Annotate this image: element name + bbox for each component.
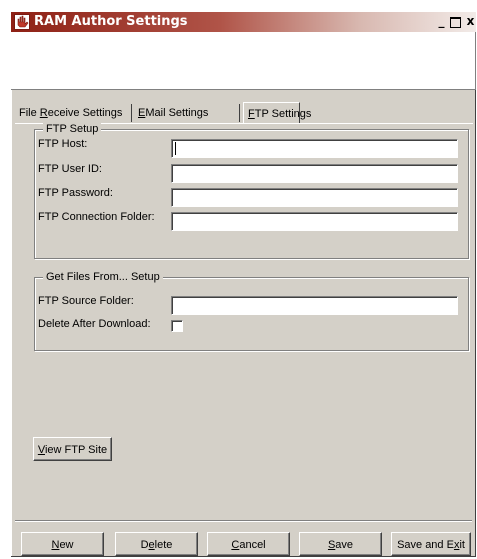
cancel-button[interactable]: Cancel [207,532,290,556]
tab-label-prefix: File [19,107,40,119]
tab-file-receive-settings[interactable]: File Receive Settings [15,104,132,122]
delete-after-download-checkbox[interactable] [171,320,183,332]
red-hand-icon [14,14,30,30]
header-panel [11,32,476,90]
delete-after-download-label: Delete After Download: [38,318,151,330]
maximize-button[interactable] [450,17,461,28]
save-button[interactable]: Save [299,532,382,556]
tab-strip: File Receive Settings EMail Settings FTP… [11,102,476,124]
save-and-exit-button[interactable]: Save and Exit [391,532,471,556]
ftp-source-folder-input[interactable] [171,296,458,315]
ftp-setup-title: FTP Setup [43,122,102,136]
button-label-rest: ew [59,539,74,551]
close-button[interactable]: x [463,15,477,28]
button-label-rest: ave [335,539,354,551]
ftp-password-input[interactable] [171,188,458,207]
tab-email-settings[interactable]: EMail Settings [134,104,240,122]
ftp-host-label: FTP Host: [38,138,88,150]
button-label-rest: it [459,539,465,551]
view-ftp-site-button[interactable]: View FTP Site [33,437,112,461]
button-label-rest: ancel [239,539,266,551]
minimize-button[interactable]: _ [434,15,449,28]
get-files-setup-title: Get Files From... Setup [43,270,163,284]
window-title: RAM Author Settings [34,14,188,29]
button-separator [15,520,472,522]
new-button[interactable]: New [21,532,104,556]
ftp-connection-folder-label: FTP Connection Folder: [38,211,155,223]
button-label-rest: iew FTP Site [44,444,108,456]
tab-ftp-settings[interactable]: FTP Settings [243,102,311,123]
ftp-setup-group: FTP Setup FTP Host: FTP User ID: FTP Pas… [34,122,469,259]
tab-label-rest: Mail Settings [145,107,209,119]
ftp-host-input[interactable] [171,139,458,158]
button-label-rest: lete [154,539,173,551]
tab-label-rest: eceive Settings [47,107,123,119]
bottom-button-bar: New Delete Cancel Save Save and Exit [11,523,476,556]
ftp-user-id-input[interactable] [171,164,458,183]
tab-label-key: R [39,107,48,119]
delete-button[interactable]: Delete [115,532,198,556]
get-files-setup-group: Get Files From... Setup FTP Source Folde… [34,270,469,351]
ftp-user-id-label: FTP User ID: [38,163,102,175]
tab-label-key: F [248,108,255,120]
title-bar[interactable]: RAM Author Settings _ x [11,12,476,32]
button-label-prefix: Save and E [397,539,454,551]
ftp-source-folder-label: FTP Source Folder: [38,295,134,307]
text-caret [175,142,176,155]
button-label-prefix: D [140,539,149,551]
settings-window: RAM Author Settings _ x File Receive Set… [11,12,476,557]
ftp-connection-folder-input[interactable] [171,212,458,231]
ftp-settings-page: FTP Setup FTP Host: FTP User ID: FTP Pas… [15,122,473,509]
tab-label-rest: TP Settings [254,108,312,120]
button-label-key: V [37,444,45,456]
ftp-password-label: FTP Password: [38,187,113,199]
